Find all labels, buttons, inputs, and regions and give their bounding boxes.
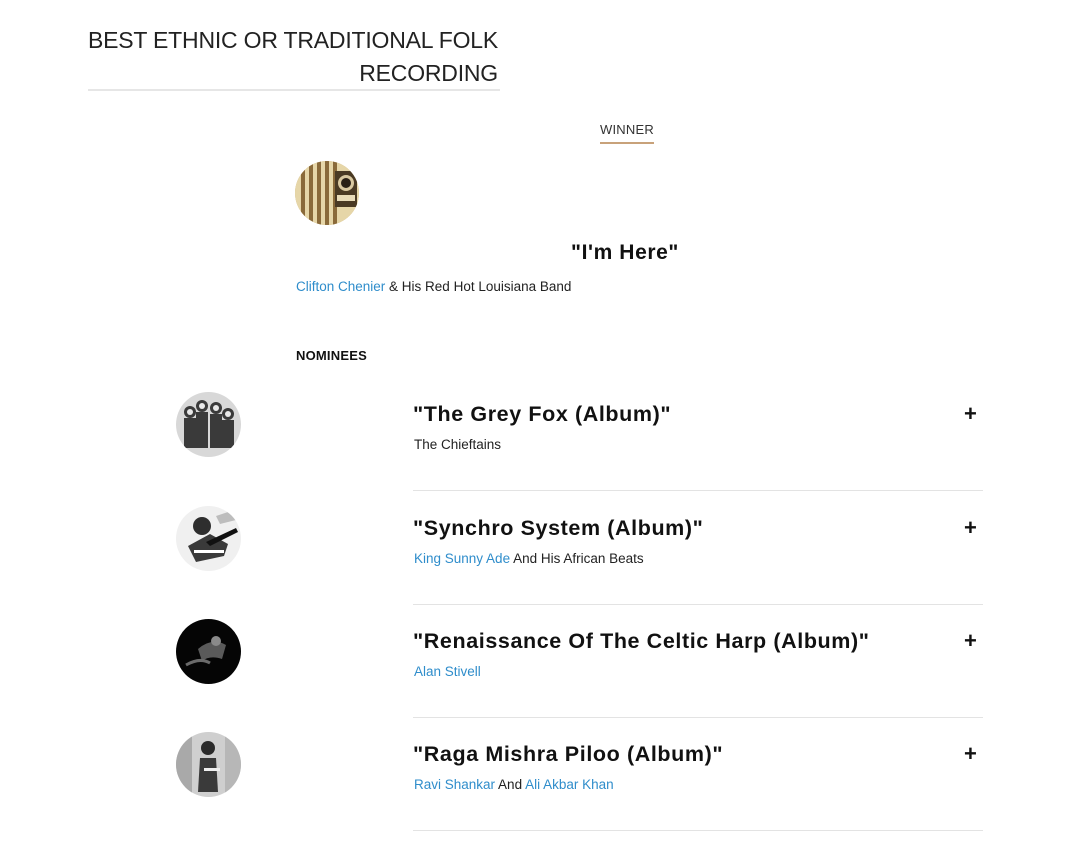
expand-icon[interactable]: + [964, 403, 977, 425]
category-divider [88, 89, 500, 91]
artist-link[interactable]: King Sunny Ade [414, 551, 510, 566]
nominee-divider [413, 717, 983, 718]
nominee-artist-photo [176, 619, 241, 684]
category-title-line2: RECORDING [359, 60, 498, 86]
nominee-artist-photo [176, 506, 241, 571]
nominee-credits: Ravi Shankar And Ali Akbar Khan [414, 777, 614, 792]
credit-text: & His Red Hot Louisiana Band [385, 279, 572, 294]
expand-icon[interactable]: + [964, 517, 977, 539]
nominee-divider [413, 830, 983, 831]
artist-link[interactable]: Ravi Shankar [414, 777, 495, 792]
nominees-label: NOMINEES [296, 348, 367, 363]
artist-link[interactable]: Clifton Chenier [296, 279, 385, 294]
credit-text: And His African Beats [510, 551, 644, 566]
nominee-artist-photo [176, 732, 241, 797]
nominee-item: "Raga Mishra Piloo (Album)" Ravi Shankar… [0, 732, 1079, 846]
nominee-artist-photo [176, 392, 241, 457]
category-title-line1: BEST ETHNIC OR TRADITIONAL FOLK [88, 27, 499, 53]
nominee-title[interactable]: "Renaissance Of The Celtic Harp (Album)" [413, 629, 870, 654]
expand-icon[interactable]: + [964, 630, 977, 652]
nominee-item: "Synchro System (Album)" King Sunny Ade … [0, 506, 1079, 620]
winner-credits: Clifton Chenier & His Red Hot Louisiana … [296, 279, 571, 294]
nominee-credits: Alan Stivell [414, 664, 481, 679]
credit-text: And [495, 777, 526, 792]
expand-icon[interactable]: + [964, 743, 977, 765]
nominee-title[interactable]: "The Grey Fox (Album)" [413, 402, 671, 427]
nominee-title[interactable]: "Synchro System (Album)" [413, 516, 703, 541]
artist-link[interactable]: Ali Akbar Khan [525, 777, 614, 792]
winner-label: WINNER [600, 122, 654, 144]
winner-artist-photo [295, 161, 359, 225]
nominee-item: "Renaissance Of The Celtic Harp (Album)"… [0, 619, 1079, 733]
nominee-title[interactable]: "Raga Mishra Piloo (Album)" [413, 742, 723, 767]
nominee-divider [413, 490, 983, 491]
nominee-credits: King Sunny Ade And His African Beats [414, 551, 644, 566]
nominee-item: "The Grey Fox (Album)" The Chieftains + [0, 392, 1079, 506]
artist-link[interactable]: Alan Stivell [414, 664, 481, 679]
nominee-credits: The Chieftains [414, 437, 501, 452]
category-title: BEST ETHNIC OR TRADITIONAL FOLK RECORDIN… [88, 24, 498, 90]
nominee-divider [413, 604, 983, 605]
winner-title[interactable]: "I'm Here" [300, 241, 950, 265]
credit-text: The Chieftains [414, 437, 502, 452]
